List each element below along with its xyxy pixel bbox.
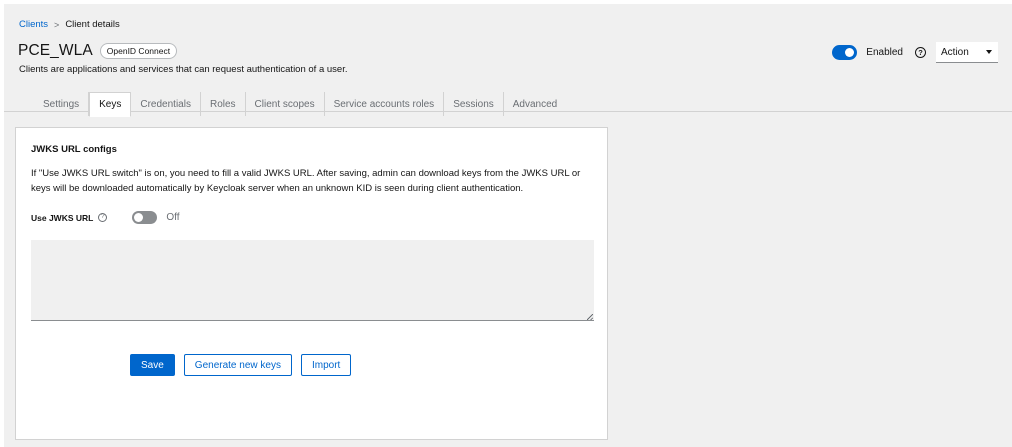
tab-credentials[interactable]: Credentials <box>131 92 201 116</box>
use-jwks-url-toggle[interactable] <box>132 211 158 224</box>
header-actions: Enabled ? Action <box>832 42 998 63</box>
tab-client-scopes[interactable]: Client scopes <box>246 92 325 116</box>
tab-roles[interactable]: Roles <box>201 92 246 116</box>
action-dropdown[interactable]: Action <box>936 42 998 63</box>
title-row: PCE_WLA OpenID Connect <box>18 42 178 60</box>
save-button[interactable]: Save <box>130 354 175 376</box>
toggle-knob <box>845 48 855 57</box>
page-header: Clients > Client details PCE_WLA OpenID … <box>4 4 1012 117</box>
toggle-knob <box>134 213 144 222</box>
tab-settings[interactable]: Settings <box>34 92 90 116</box>
import-button[interactable]: Import <box>300 354 352 376</box>
tab-advanced[interactable]: Advanced <box>504 92 566 116</box>
caret-down-icon <box>986 50 992 54</box>
breadcrumb-separator-icon: > <box>54 19 60 30</box>
breadcrumb: Clients > Client details <box>19 19 120 30</box>
enabled-toggle[interactable] <box>832 45 858 60</box>
enabled-label: Enabled <box>866 47 903 58</box>
resize-grip-icon[interactable] <box>587 314 593 320</box>
jwks-card: JWKS URL configs If "Use JWKS URL switch… <box>15 127 608 440</box>
action-dropdown-label: Action <box>941 46 969 58</box>
use-jwks-url-label: Use JWKS URL <box>31 212 94 223</box>
tab-keys[interactable]: Keys <box>89 92 132 117</box>
breadcrumb-current: Client details <box>65 19 120 30</box>
page-title: PCE_WLA <box>18 42 93 59</box>
jwks-title: JWKS URL configs <box>31 144 117 155</box>
help-icon[interactable]: ? <box>915 47 926 58</box>
use-jwks-url-row: Use JWKS URL ? Off <box>31 211 180 224</box>
page-subtitle: Clients are applications and services th… <box>19 64 348 75</box>
certificate-textarea[interactable] <box>31 240 594 321</box>
client-tabs: Settings Keys Credentials Roles Client s… <box>34 92 566 117</box>
page: Clients > Client details PCE_WLA OpenID … <box>0 0 1012 447</box>
button-row: Save Generate new keys Import <box>130 354 352 376</box>
jwks-description: If "Use JWKS URL switch" is on, you need… <box>31 168 581 194</box>
generate-new-keys-button[interactable]: Generate new keys <box>183 354 292 376</box>
tab-sessions[interactable]: Sessions <box>444 92 504 116</box>
tab-service-accounts-roles[interactable]: Service accounts roles <box>325 92 445 116</box>
toggle-state-label: Off <box>166 212 180 223</box>
protocol-badge: OpenID Connect <box>99 43 178 59</box>
jwks-help-icon[interactable]: ? <box>98 213 108 222</box>
breadcrumb-clients-link[interactable]: Clients <box>19 19 48 30</box>
